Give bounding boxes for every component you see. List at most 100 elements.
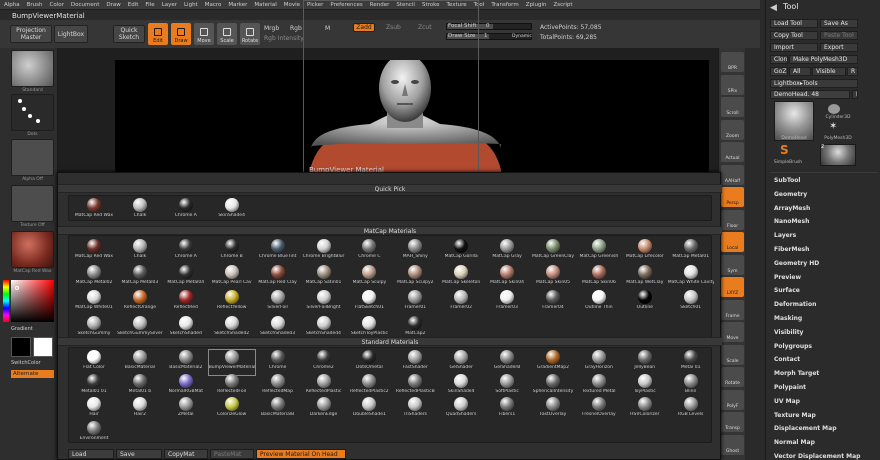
tool-section-surface[interactable]: Surface [774, 287, 800, 294]
material-item[interactable]: JellyBean [622, 350, 668, 375]
material-item[interactable]: Metal 01 [668, 350, 714, 375]
copy-tool-button[interactable]: Copy Tool [770, 31, 818, 40]
shelf-floor-button[interactable]: Floor [721, 209, 744, 230]
material-item[interactable]: MatCap Metal01 [668, 239, 714, 264]
shelf-aahalf-button[interactable]: AAHalf [721, 164, 744, 185]
material-item[interactable]: Flat Color [71, 350, 117, 375]
material-item[interactable]: ReflectOrange [117, 290, 163, 315]
tool-section-fibermesh[interactable]: FiberMesh [774, 246, 809, 253]
menu-item-alpha[interactable]: Alpha [4, 2, 20, 8]
material-item[interactable]: GrayHorizon [576, 350, 622, 375]
material-item[interactable]: ReflectRed [163, 290, 209, 315]
material-item[interactable]: MatCap GreenClay [530, 239, 576, 264]
tool-section-displacement-map[interactable]: Displacement Map [774, 425, 837, 432]
alternate-button[interactable]: Alternate [11, 370, 54, 378]
secondary-color-swatch[interactable] [11, 337, 31, 357]
material-item[interactable]: ReflectYellow [209, 290, 255, 315]
tool-section-preview[interactable]: Preview [774, 274, 801, 281]
lightbox-button[interactable]: LightBox [54, 25, 88, 43]
material-item[interactable]: SoftPlastic [484, 373, 530, 399]
material-item[interactable]: RGB Levels [668, 397, 714, 422]
material-item[interactable]: ToyPlastic [622, 373, 668, 399]
material-item[interactable]: MatCap Red Clay [255, 264, 301, 290]
paste-tool-button[interactable]: Paste Tool [820, 31, 858, 40]
material-item[interactable]: SilverFoil [255, 290, 301, 315]
copy-mat-button[interactable]: CopyMat [164, 449, 208, 459]
tool-header[interactable]: Tool [783, 2, 799, 11]
material-item[interactable]: MatCap Metal04 [163, 264, 209, 290]
material-item[interactable]: Chrome B [209, 239, 255, 264]
menu-item-macro[interactable]: Macro [205, 2, 222, 8]
draw-button[interactable]: Draw [171, 23, 191, 45]
material-item[interactable]: Outline Thin [576, 290, 622, 315]
material-item[interactable]: Metal01 01 [71, 373, 117, 399]
shelf-move-button[interactable]: Move [721, 322, 744, 342]
tool-section-geometry-hd[interactable]: Geometry HD [774, 260, 819, 267]
color-picker[interactable] [11, 280, 54, 322]
material-item[interactable]: MatCap Red Wax [71, 198, 117, 223]
material-item[interactable]: Chrome A [163, 239, 209, 264]
shelf-scroll-button[interactable]: Scroll [721, 97, 744, 117]
shelf-scale-button[interactable]: Scale [721, 344, 744, 365]
menu-item-edit[interactable]: Edit [128, 2, 139, 8]
material-item[interactable]: SilverFoilBright [301, 290, 347, 315]
material-item[interactable]: MatCap Skin05 [530, 264, 576, 290]
menu-item-material[interactable]: Material [254, 2, 276, 8]
material-item[interactable]: NormalRGBMat [163, 373, 209, 399]
projection-master-button[interactable]: Projection Master [10, 25, 52, 43]
material-item[interactable]: MAH_Shiny [392, 239, 438, 264]
shelf-ghost-button[interactable]: Ghost [721, 434, 744, 455]
material-item[interactable]: Environment [71, 420, 117, 446]
brush-thumbnail[interactable] [11, 50, 54, 87]
material-item[interactable]: DoubleShade1 [346, 397, 392, 422]
material-item[interactable]: MatCap White Cavity [668, 264, 714, 290]
material-item[interactable]: SkinShade4 [209, 198, 255, 223]
rgb-button[interactable]: Rgb [290, 25, 302, 32]
material-item[interactable]: Chrome2 [301, 350, 347, 375]
material-item[interactable]: Chrome C [346, 239, 392, 264]
tool-section-polypaint[interactable]: Polypaint [774, 384, 806, 391]
tool-section-nanomesh[interactable]: NanoMesh [774, 218, 809, 225]
material-item[interactable]: Outline [622, 290, 668, 315]
material-item[interactable]: QuadShaders [438, 397, 484, 422]
material-item[interactable]: ReflectedFoil [209, 373, 255, 399]
material-item[interactable]: Framer02 [438, 290, 484, 315]
menu-item-movie[interactable]: Movie [284, 2, 300, 8]
material-item[interactable]: DarkenEdge [301, 397, 347, 422]
material-item[interactable]: MatCap Metal03 [117, 264, 163, 290]
preview-on-head-button[interactable]: Preview Material On Head [256, 449, 346, 459]
r-button[interactable]: R [847, 67, 858, 76]
tool-section-layers[interactable]: Layers [774, 232, 796, 239]
cylinder-icon[interactable] [828, 104, 840, 114]
material-item[interactable]: MatCap Lifecolor [622, 239, 668, 264]
material-item[interactable]: Framer03 [484, 290, 530, 315]
simplebrush-icon[interactable]: S [780, 143, 789, 157]
material-item[interactable]: BasicMaterial [117, 350, 163, 375]
material-item[interactable]: Chalk [117, 239, 163, 264]
material-thumbnail[interactable] [11, 231, 54, 268]
menu-item-draw[interactable]: Draw [106, 2, 120, 8]
material-item[interactable]: ReflectedMap [255, 373, 301, 399]
tool-section-geometry[interactable]: Geometry [774, 191, 807, 198]
move-button[interactable]: Move [194, 23, 214, 45]
material-item[interactable]: Sketch01 [668, 290, 714, 315]
dynamic-button[interactable]: Dynamic [512, 34, 532, 39]
material-item[interactable]: Chrome A [163, 198, 209, 223]
shelf-spix-button[interactable]: SPix [721, 74, 744, 95]
material-item[interactable]: Framer01 [392, 290, 438, 315]
edit-button[interactable]: Edit [148, 23, 168, 45]
material-item[interactable]: FastShader [392, 350, 438, 375]
save-button[interactable]: Save [116, 449, 162, 459]
tool-section-normal-map[interactable]: Normal Map [774, 439, 815, 446]
tool-section-contact[interactable]: Contact [774, 356, 800, 363]
menu-item-file[interactable]: File [145, 2, 154, 8]
load-tool-button[interactable]: Load Tool [770, 19, 818, 28]
material-item[interactable]: ReflectedPlastic [301, 373, 347, 399]
material-item[interactable]: TriShaders [392, 397, 438, 422]
material-item[interactable]: MatCap Gorilla [438, 239, 484, 264]
shelf-lxyz-button[interactable]: LXYZ [721, 277, 744, 297]
alpha-thumbnail[interactable] [11, 139, 54, 176]
material-item[interactable]: Framer04 [530, 290, 576, 315]
demohead-thumbnail[interactable] [774, 101, 814, 141]
material-item[interactable]: DotsOmetal [346, 350, 392, 375]
